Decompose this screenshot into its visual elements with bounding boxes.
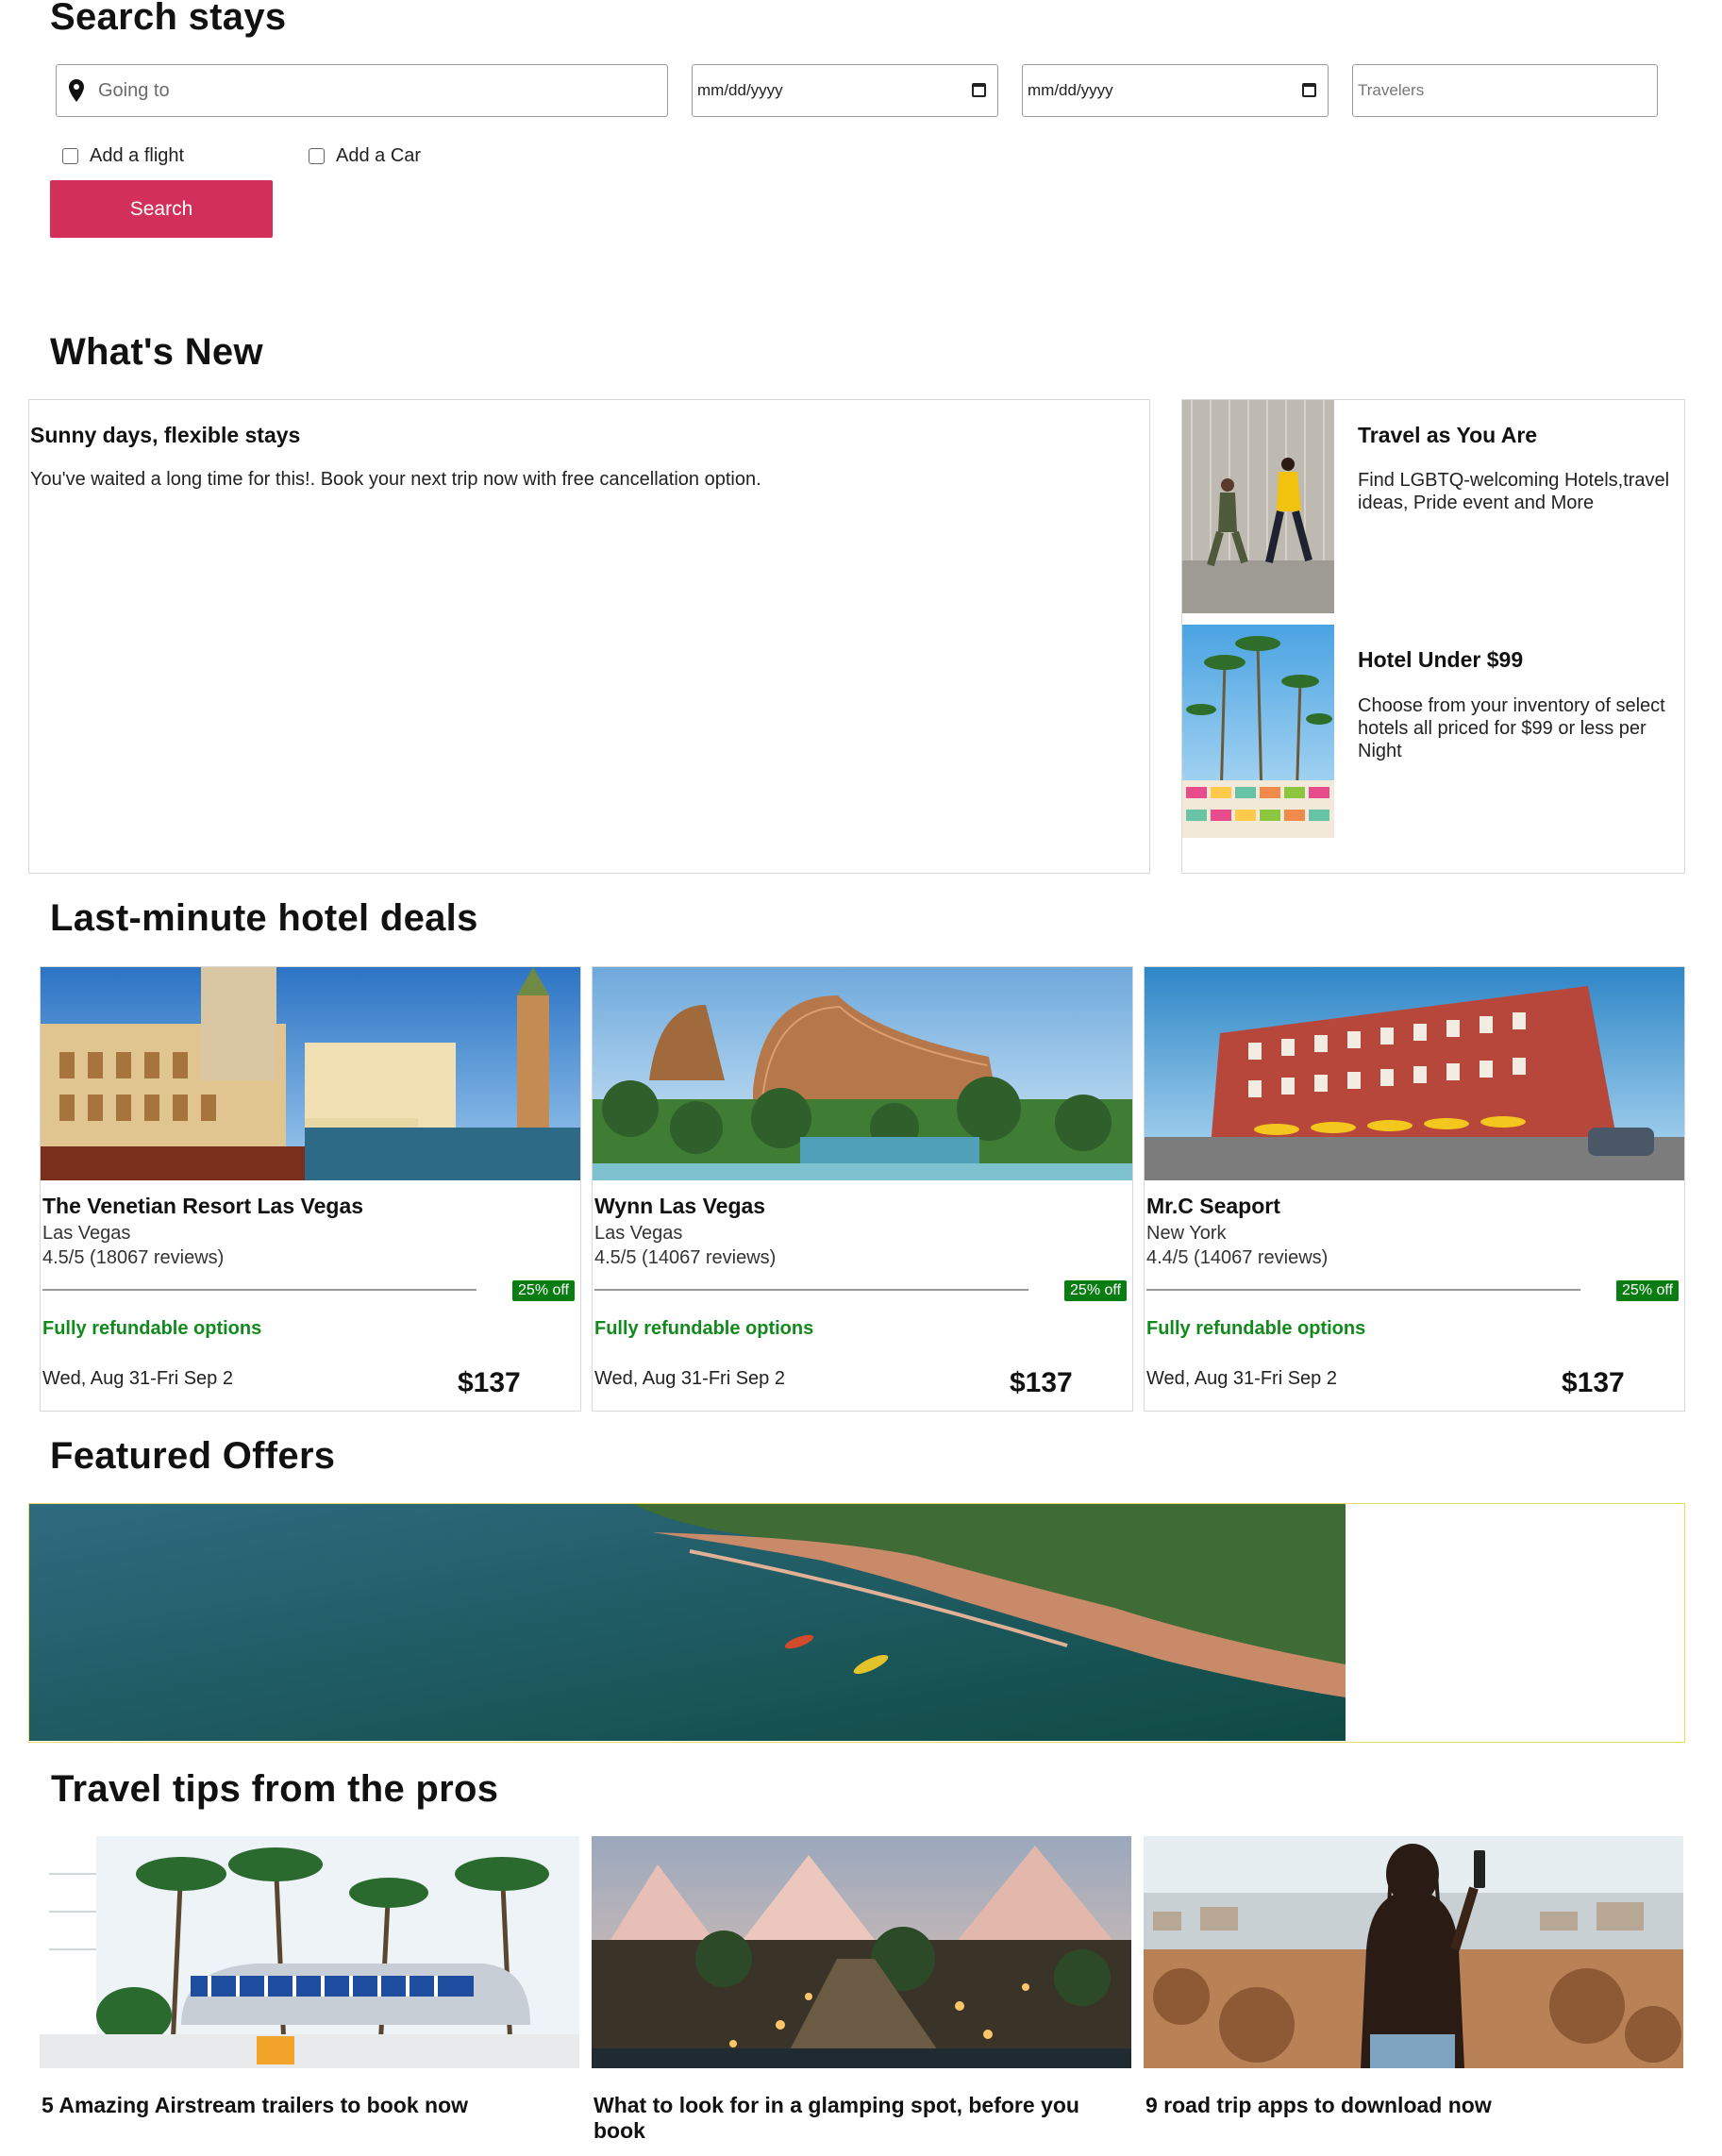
hotel-card[interactable]: Mr.C Seaport New York 4.4/5 (14067 revie… [1144, 966, 1685, 1412]
promo-main-title: Sunny days, flexible stays [30, 423, 301, 447]
promo-side-card[interactable]: Travel as You Are Find LGBTQ-welcoming H… [1181, 399, 1685, 874]
hotel-name[interactable]: The Venetian Resort Las Vegas [42, 1194, 363, 1219]
tip-title[interactable]: What to look for in a glamping spot, bef… [594, 2093, 1122, 2144]
location-pin-icon [69, 79, 84, 102]
travelers-input[interactable]: Travelers [1352, 64, 1658, 117]
divider [1146, 1289, 1580, 1291]
discount-badge: 25% off [1616, 1280, 1679, 1301]
hotel-image-wynn [593, 967, 1132, 1180]
divider [594, 1289, 1028, 1291]
divider [42, 1289, 476, 1291]
stay-dates: Wed, Aug 31-Fri Sep 2 [42, 1368, 233, 1389]
promo-side-text-2: Choose from your inventory of select hot… [1358, 695, 1665, 761]
hotel-name[interactable]: Wynn Las Vegas [594, 1194, 765, 1219]
add-flight-checkbox[interactable]: Add a flight [62, 145, 184, 167]
promo-main-text: You've waited a long time for this!. Boo… [30, 469, 761, 490]
checkout-date-input[interactable]: mm/dd/yyyy [1022, 64, 1329, 117]
hotel-rating: 4.5/5 (18067 reviews) [42, 1247, 225, 1268]
tip-title[interactable]: 5 Amazing Airstream trailers to book now [42, 2093, 579, 2118]
travelers-placeholder: Travelers [1358, 81, 1425, 99]
hotel-image-mrc-seaport [1145, 967, 1684, 1180]
featured-offer-image [29, 1504, 1346, 1741]
checkin-date-input[interactable]: mm/dd/yyyy [692, 64, 998, 117]
tip-image-glamping[interactable] [592, 1836, 1131, 2068]
hotel-under-99-image [1182, 625, 1334, 838]
hotel-name[interactable]: Mr.C Seaport [1146, 1194, 1280, 1219]
destination-placeholder: Going to [98, 79, 170, 101]
promo-main-card[interactable]: Sunny days, flexible stays You've waited… [28, 399, 1150, 874]
refundable-text: Fully refundable options [594, 1318, 814, 1339]
hotel-city: New York [1146, 1223, 1227, 1244]
hotel-price: $137 [1010, 1367, 1073, 1398]
refundable-text: Fully refundable options [1146, 1318, 1366, 1339]
stay-dates: Wed, Aug 31-Fri Sep 2 [594, 1368, 785, 1389]
hotel-card[interactable]: Wynn Las Vegas Las Vegas 4.5/5 (14067 re… [592, 966, 1133, 1412]
search-button[interactable]: Search [50, 180, 273, 238]
whats-new-title: What's New [50, 331, 263, 373]
discount-badge: 25% off [1064, 1280, 1127, 1301]
calendar-icon[interactable] [1302, 83, 1316, 97]
calendar-icon[interactable] [972, 83, 986, 97]
hotel-city: Las Vegas [42, 1223, 131, 1244]
hotel-price: $137 [1562, 1367, 1625, 1398]
discount-badge: 25% off [512, 1280, 575, 1301]
add-flight-label: Add a flight [90, 145, 185, 166]
promo-side-title-2: Hotel Under $99 [1358, 647, 1524, 672]
hotel-city: Las Vegas [594, 1223, 683, 1244]
checkin-placeholder: mm/dd/yyyy [697, 81, 783, 99]
travel-as-you-are-image [1182, 400, 1334, 613]
refundable-text: Fully refundable options [42, 1318, 262, 1339]
promo-side-text-1: Find LGBTQ-welcoming Hotels,travel ideas… [1358, 470, 1670, 513]
add-car-label: Add a Car [336, 145, 422, 166]
search-title: Search stays [50, 0, 287, 38]
hotel-rating: 4.4/5 (14067 reviews) [1146, 1247, 1329, 1268]
destination-input[interactable]: Going to [56, 64, 668, 117]
featured-title: Featured Offers [50, 1435, 336, 1477]
hotel-price: $137 [458, 1367, 521, 1398]
stay-dates: Wed, Aug 31-Fri Sep 2 [1146, 1368, 1337, 1389]
deals-title: Last-minute hotel deals [50, 897, 478, 939]
hotel-card[interactable]: The Venetian Resort Las Vegas Las Vegas … [40, 966, 581, 1412]
tip-image-airstream[interactable] [40, 1836, 579, 2068]
checkbox-box[interactable] [309, 148, 325, 164]
tip-title[interactable]: 9 road trip apps to download now [1145, 2093, 1674, 2118]
tip-image-road-trip[interactable] [1144, 1836, 1683, 2068]
hotel-image-venetian [41, 967, 580, 1180]
add-car-checkbox[interactable]: Add a Car [309, 145, 421, 167]
promo-side-title-1: Travel as You Are [1358, 423, 1538, 447]
checkout-placeholder: mm/dd/yyyy [1028, 81, 1113, 99]
featured-offer-banner[interactable] [28, 1503, 1685, 1743]
checkbox-box[interactable] [62, 148, 78, 164]
hotel-rating: 4.5/5 (14067 reviews) [594, 1247, 777, 1268]
tips-title: Travel tips from the pros [51, 1768, 499, 1810]
